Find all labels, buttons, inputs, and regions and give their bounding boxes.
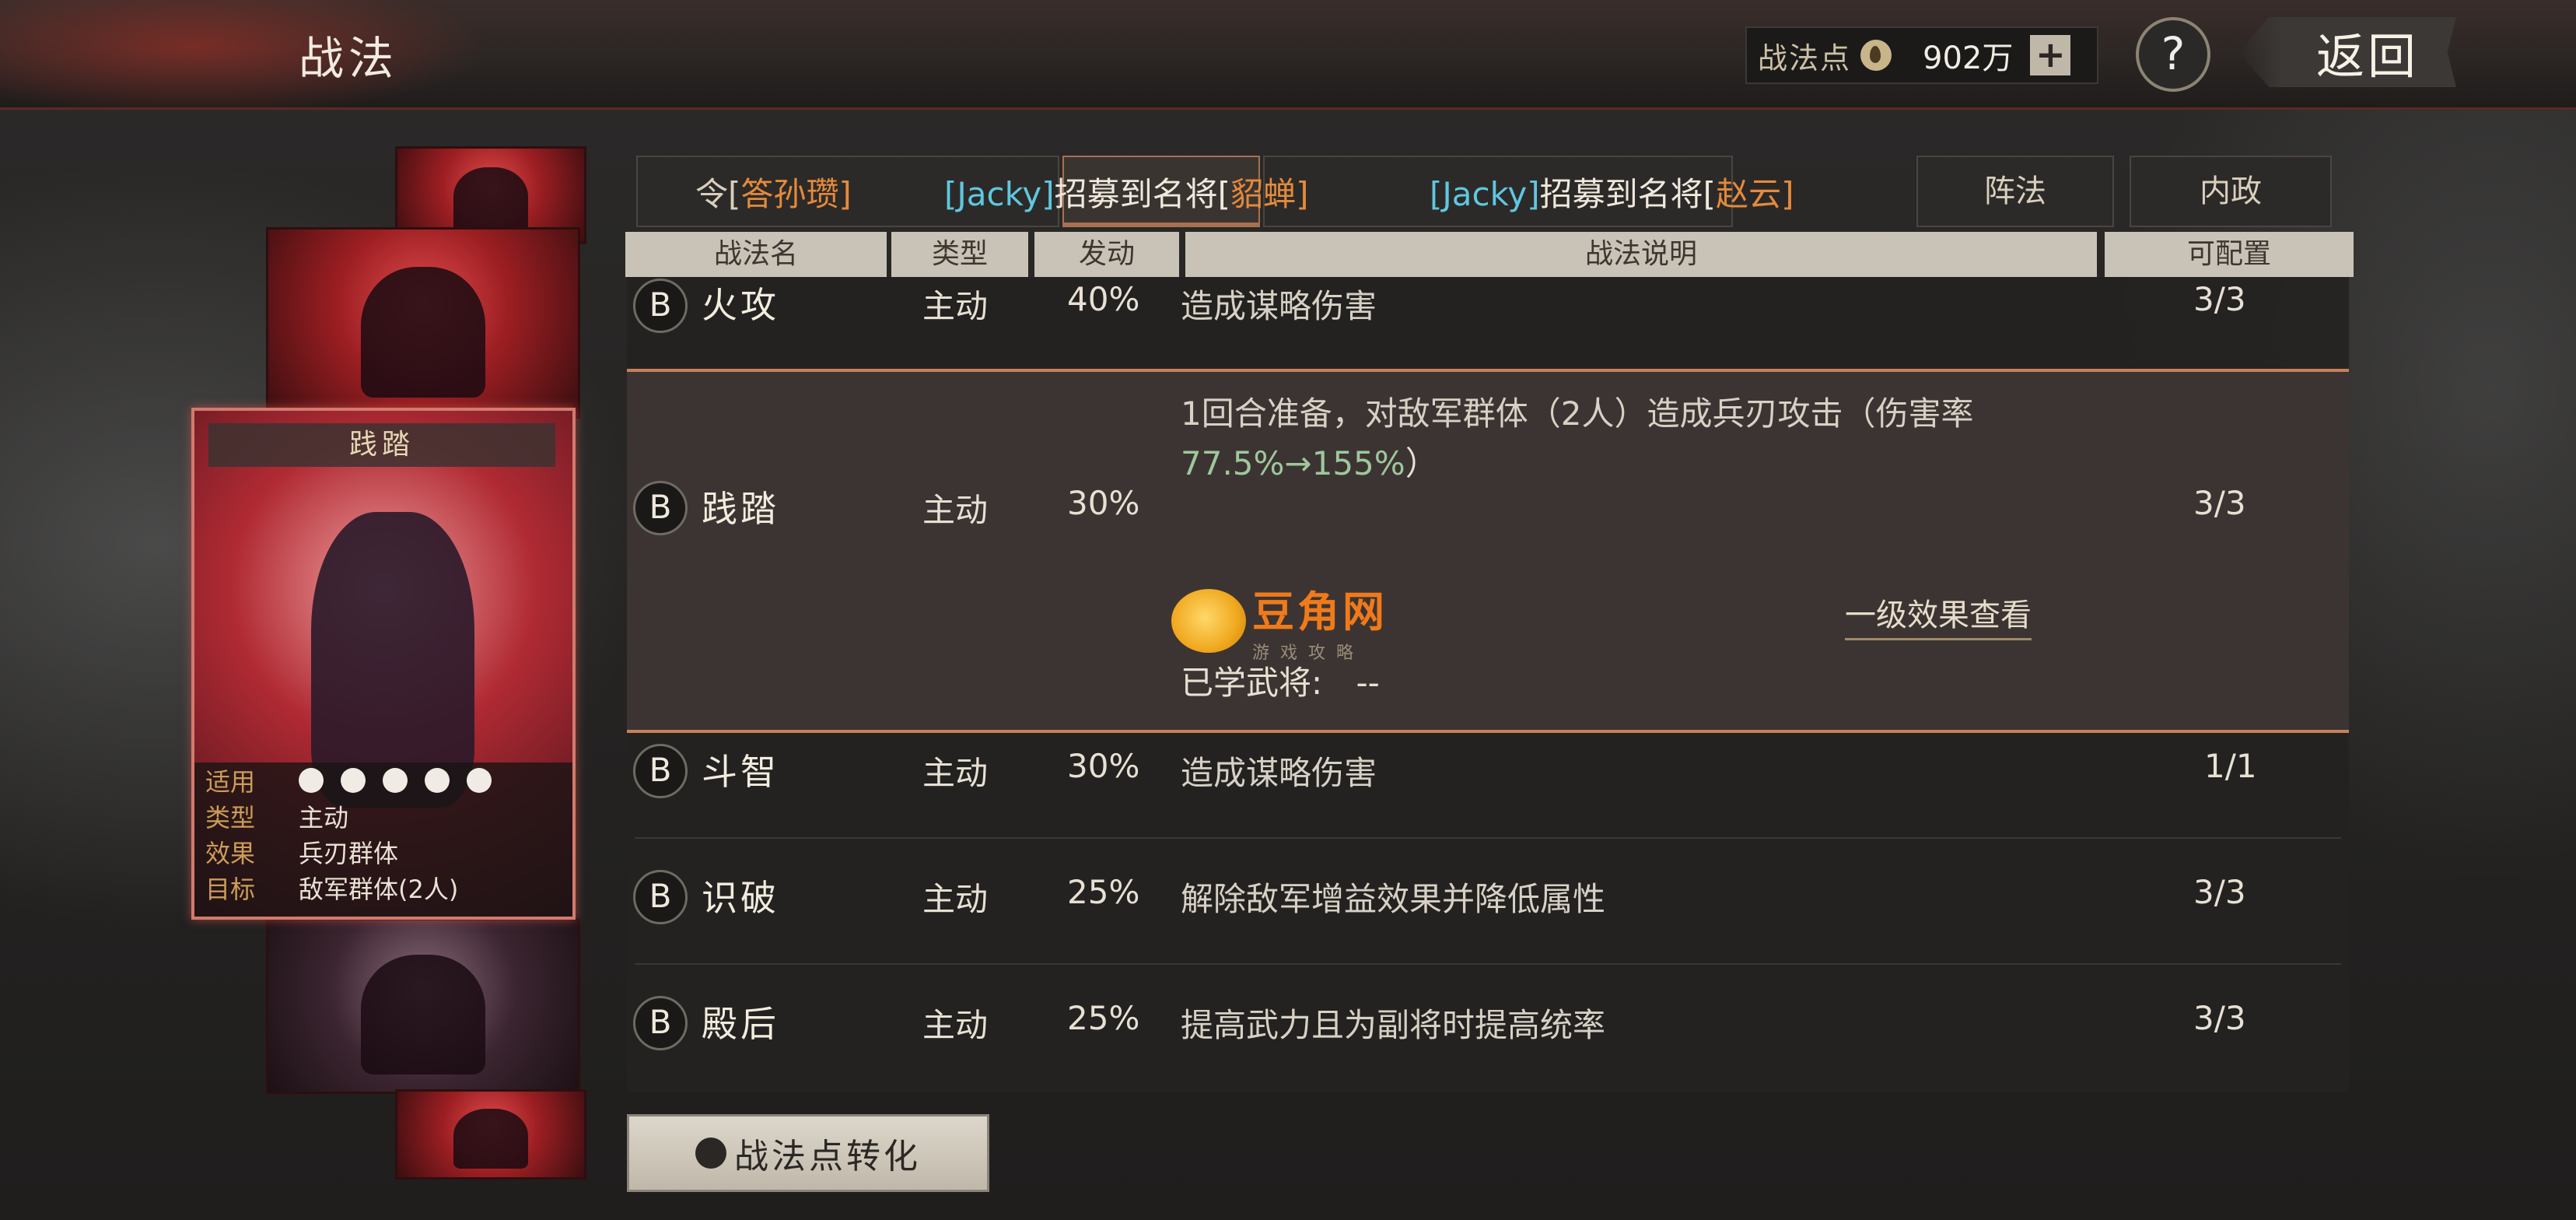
row-divider [635, 963, 2341, 965]
broadcast-message-2: [Jacky]招募到名将[貂蝉] [944, 175, 1309, 213]
tactic-config: 3/3 [2193, 484, 2246, 522]
card-info-key: 效果 [205, 839, 256, 868]
tactic-description: 造成谋略伤害 [1181, 754, 1377, 792]
card-info-value: 主动 [299, 803, 349, 833]
tactic-description: 解除敌军增益效果并降低属性 [1181, 880, 1606, 918]
points-drop-icon [1860, 40, 1892, 71]
effect-view-link[interactable]: 一级效果查看 [1845, 590, 2032, 640]
column-header-type[interactable]: 类型 [891, 232, 1028, 277]
card-name: 践踏 [208, 423, 555, 467]
cavalry-icon [299, 768, 324, 793]
tactic-name: 殿后 [702, 1003, 779, 1045]
tab-formation[interactable]: 阵法 [1916, 156, 2114, 227]
site-watermark: 豆角网 游戏攻略 [1171, 577, 1388, 664]
tactic-points-panel: 战法点 902万 + [1745, 26, 2098, 84]
broadcast-message-3: [Jacky]招募到名将[赵云] [1430, 175, 1794, 213]
column-header-description[interactable]: 战法说明 [1185, 232, 2097, 277]
card-info-key: 类型 [205, 803, 256, 833]
table-row[interactable]: B 火攻 主动 40% 造成谋略伤害 3/3 [627, 277, 2349, 363]
tactic-trigger: 25% [1067, 999, 1140, 1037]
card-info-key: 适用 [205, 767, 256, 797]
tactic-description: 1回合准备，对敌军群体（2人）造成兵刃攻击（伤害率 [1181, 394, 1974, 433]
back-label: 返回 [2315, 28, 2419, 85]
learned-value: -- [1356, 664, 1380, 702]
points-label: 战法点 [1758, 40, 1852, 75]
grade-badge: B [633, 481, 688, 535]
help-button[interactable]: ? [2136, 17, 2210, 92]
table-row[interactable]: B 识破 主动 25% 解除敌军增益效果并降低属性 3/3 [627, 870, 2349, 987]
table-row[interactable]: B 斗智 主动 30% 造成谋略伤害 1/1 [627, 744, 2349, 861]
points-drop-icon [695, 1138, 726, 1169]
card-thumb-2[interactable] [266, 227, 580, 419]
learned-label: 已学武将: [1181, 664, 1323, 702]
watermark-main: 豆角网 [1252, 587, 1388, 636]
damage-rate-range: 77.5%→155% [1181, 444, 1405, 482]
tactic-trigger: 40% [1067, 280, 1140, 318]
tactic-type: 主动 [922, 287, 989, 325]
column-header-name[interactable]: 战法名 [625, 232, 887, 277]
learned-generals: 已学武将: -- [1181, 657, 1380, 704]
tactic-type: 主动 [922, 491, 989, 529]
watermark-logo-icon [1171, 588, 1246, 653]
card-thumb-4[interactable] [266, 918, 580, 1094]
top-bar: 战法 战法点 902万 + ? 返回 [0, 0, 2576, 110]
shield-icon [341, 768, 366, 793]
tactic-name: 识破 [702, 877, 779, 919]
tab-formation-label: 阵法 [1984, 174, 2046, 209]
card-thumb-bottom[interactable] [395, 1089, 586, 1180]
tactic-config: 1/1 [2204, 747, 2257, 785]
row-divider [635, 837, 2341, 839]
card-info: 适用 类型 主动 效果 兵刃群体 目标 敌军群体(2人) [194, 762, 572, 917]
tactic-type: 主动 [922, 880, 989, 918]
selected-tactic-card[interactable]: 践踏 适用 类型 主动 效果 兵刃群体 目标 敌军群体(2人) [191, 408, 576, 920]
wheel-icon [467, 768, 492, 793]
tactic-name: 践踏 [702, 488, 779, 530]
tactic-name: 火攻 [702, 284, 779, 326]
tactic-description: 造成谋略伤害 [1181, 287, 1377, 325]
column-header-config[interactable]: 可配置 [2105, 232, 2354, 277]
tab-internal-label: 内政 [2200, 174, 2262, 209]
card-info-value: 敌军群体(2人) [299, 875, 459, 904]
grade-badge: B [633, 744, 688, 798]
tactic-description: 提高武力且为副将时提高统率 [1181, 1006, 1606, 1044]
card-info-key: 目标 [205, 875, 256, 904]
tactic-trigger: 30% [1067, 747, 1140, 785]
tactic-config: 3/3 [2193, 873, 2246, 911]
tactic-trigger: 25% [1067, 873, 1140, 911]
damage-rate-line: 77.5%→155%） [1181, 437, 1438, 485]
tactic-type: 主动 [922, 1006, 989, 1044]
convert-points-button[interactable]: 战法点转化 [627, 1114, 989, 1192]
convert-label: 战法点转化 [734, 1137, 921, 1176]
applicable-unit-icons [299, 768, 492, 793]
tactic-trigger: 30% [1067, 484, 1140, 522]
tactic-list[interactable]: B 火攻 主动 40% 造成谋略伤害 3/3 B 践踏 主动 30% 1回合准备… [627, 277, 2349, 1092]
grade-badge: B [633, 279, 688, 333]
grade-badge: B [633, 870, 688, 924]
column-header-trigger[interactable]: 发动 [1034, 232, 1179, 277]
tactic-config: 3/3 [2193, 280, 2246, 318]
damage-rate-close: ） [1405, 444, 1438, 482]
tactic-config: 3/3 [2193, 999, 2246, 1037]
bow-icon [425, 768, 450, 793]
tab-internal[interactable]: 内政 [2130, 156, 2332, 227]
crossed-blades-icon [383, 768, 408, 793]
watermark-sub: 游戏攻略 [1252, 643, 1365, 663]
broadcast-message-1: 令[答孙瓒] [695, 175, 852, 213]
card-info-value: 兵刃群体 [299, 839, 399, 868]
tactic-type: 主动 [922, 754, 989, 792]
tactic-name: 斗智 [702, 751, 779, 793]
grade-badge: B [633, 996, 688, 1050]
add-points-button[interactable]: + [2030, 35, 2071, 75]
table-row[interactable]: B 殿后 主动 25% 提高武力且为副将时提高统率 3/3 [627, 996, 2349, 1089]
table-row-selected[interactable]: B 践踏 主动 30% 1回合准备，对敌军群体（2人）造成兵刃攻击（伤害率 77… [627, 369, 2349, 733]
page-title: 战法 [299, 32, 399, 85]
back-button[interactable]: 返回 [2238, 17, 2456, 87]
points-value: 902万 [1923, 40, 2014, 76]
